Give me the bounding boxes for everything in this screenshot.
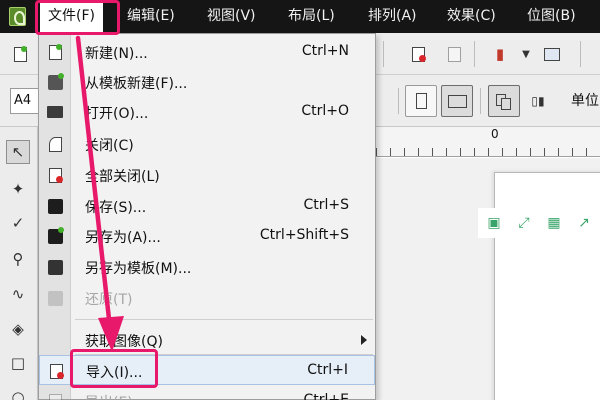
toolbox: ↖ ✦ ✓ ⚲ ∿ ◈ □ ○	[0, 127, 38, 400]
menu-item-save-as[interactable]: 另存为(A)... Ctrl+Shift+S	[39, 221, 375, 251]
units-label: 单位	[571, 93, 599, 109]
app-window: 文件(F) 编辑(E) 视图(V) 布局(L) 排列(A) 效果(C) 位图(B…	[0, 0, 600, 400]
portrait-icon	[416, 93, 427, 109]
import-icon[interactable]	[406, 42, 430, 66]
menu-item-shortcut: Ctrl+O	[301, 103, 349, 119]
rectangle-tool-icon[interactable]: □	[6, 351, 30, 375]
menu-item-label: 从模板新建(F)...	[85, 76, 188, 92]
menu-item-shortcut: Ctrl+I	[307, 362, 348, 378]
menu-item-label: 全部关闭(L)	[85, 169, 160, 185]
share-icon[interactable]: ↗	[574, 213, 594, 233]
save-as-icon	[46, 226, 64, 245]
save-icon	[46, 197, 64, 215]
revert-icon	[46, 289, 64, 307]
file-menu-dropdown: 新建(N)... Ctrl+N 从模板新建(F)... 打开(O)... Ctr…	[38, 33, 376, 400]
export-icon	[46, 392, 64, 400]
menu-item-acquire-image[interactable]: 获取图像(Q)	[39, 325, 375, 355]
close-all-icon	[46, 166, 64, 184]
menu-bitmaps[interactable]: 位图(B)	[527, 0, 576, 33]
toolbar-divider	[474, 41, 475, 67]
menu-item-label: 导入(I)...	[86, 365, 143, 381]
toolbar-divider	[580, 41, 581, 67]
publish-icon[interactable]: ▮	[488, 42, 512, 66]
current-page-icon[interactable]: ▯▮	[526, 89, 550, 113]
menu-edit[interactable]: 编辑(E)	[127, 0, 175, 33]
menu-item-new[interactable]: 新建(N)... Ctrl+N	[39, 37, 375, 67]
application-launcher-icon[interactable]	[540, 42, 564, 66]
menu-item-save[interactable]: 保存(S)... Ctrl+S	[39, 191, 375, 221]
freehand-tool-icon[interactable]: ∿	[6, 282, 30, 306]
menu-item-close-all[interactable]: 全部关闭(L)	[39, 160, 375, 190]
smart-fill-icon[interactable]: ◈	[6, 317, 30, 341]
save-icon[interactable]: ▦	[544, 213, 564, 233]
expand-icon[interactable]: ⤢	[514, 213, 534, 233]
zoom-tool-icon[interactable]: ⚲	[6, 247, 30, 271]
new-from-template-icon	[46, 72, 64, 91]
menu-item-export: 导出(E)... Ctrl+E	[39, 386, 375, 400]
document-page[interactable]	[494, 172, 600, 400]
app-logo-icon	[9, 7, 26, 26]
menu-item-label: 关闭(C)	[85, 138, 134, 154]
menu-item-label: 保存(S)...	[85, 200, 147, 216]
landscape-icon	[448, 95, 467, 108]
menu-separator	[75, 319, 373, 320]
menu-file[interactable]: 文件(F)	[40, 0, 103, 33]
drawing-canvas[interactable]	[376, 158, 600, 400]
export-icon[interactable]	[442, 42, 466, 66]
menu-item-open[interactable]: 打开(O)... Ctrl+O	[39, 97, 375, 127]
menu-item-label: 另存为模板(M)...	[85, 261, 192, 277]
menu-view[interactable]: 视图(V)	[207, 0, 256, 33]
menu-item-label: 获取图像(Q)	[85, 334, 163, 350]
menu-bar: 文件(F) 编辑(E) 视图(V) 布局(L) 排列(A) 效果(C) 位图(B…	[0, 0, 600, 33]
horizontal-ruler[interactable]: 0	[376, 127, 600, 157]
menu-item-label: 还原(T)	[85, 292, 133, 308]
menu-item-close[interactable]: 关闭(C)	[39, 129, 375, 159]
menu-layout[interactable]: 布局(L)	[288, 0, 335, 33]
ellipse-tool-icon[interactable]: ○	[6, 385, 30, 400]
menu-item-shortcut: Ctrl+Shift+S	[259, 227, 349, 243]
menu-item-label: 导出(E)...	[85, 392, 146, 400]
menu-item-revert: 还原(T)	[39, 283, 375, 313]
menu-item-save-as-template[interactable]: 另存为模板(M)...	[39, 252, 375, 282]
menu-effects[interactable]: 效果(C)	[447, 0, 496, 33]
close-document-icon	[46, 135, 64, 153]
menu-item-label: 新建(N)...	[85, 46, 148, 62]
all-pages-button[interactable]	[488, 85, 520, 117]
menu-item-label: 打开(O)...	[85, 106, 149, 122]
crop-tool-icon[interactable]: ✓	[6, 211, 30, 235]
fit-page-icon[interactable]: ▣	[484, 213, 504, 233]
floating-quick-toolbar: ▣ ⤢ ▦ ↗	[478, 208, 600, 238]
menu-item-shortcut: Ctrl+S	[303, 197, 349, 213]
chevron-down-icon[interactable]: ▼	[514, 42, 538, 66]
toolbar-divider	[480, 88, 481, 114]
pick-tool-icon[interactable]: ↖	[6, 140, 30, 164]
shape-tool-icon[interactable]: ✦	[6, 177, 30, 201]
menu-arrange[interactable]: 排列(A)	[368, 0, 417, 33]
menu-item-label: 另存为(A)...	[85, 230, 161, 246]
ruler-origin-label: 0	[491, 127, 499, 141]
submenu-arrow-icon	[361, 335, 367, 345]
new-document-icon[interactable]	[8, 42, 32, 66]
toolbar-divider	[398, 88, 399, 114]
portrait-button[interactable]	[405, 85, 437, 117]
menu-item-shortcut: Ctrl+E	[303, 392, 350, 400]
landscape-button[interactable]	[441, 85, 473, 117]
save-as-template-icon	[46, 258, 64, 276]
menu-item-shortcut: Ctrl+N	[301, 43, 349, 59]
import-icon	[47, 362, 65, 380]
new-document-icon	[46, 43, 64, 61]
open-folder-icon	[46, 103, 64, 121]
menu-item-new-from-template[interactable]: 从模板新建(F)...	[39, 67, 375, 97]
ruler-ticks	[376, 148, 600, 156]
menu-item-import[interactable]: 导入(I)... Ctrl+I	[39, 355, 375, 385]
toolbar-divider	[383, 41, 384, 67]
